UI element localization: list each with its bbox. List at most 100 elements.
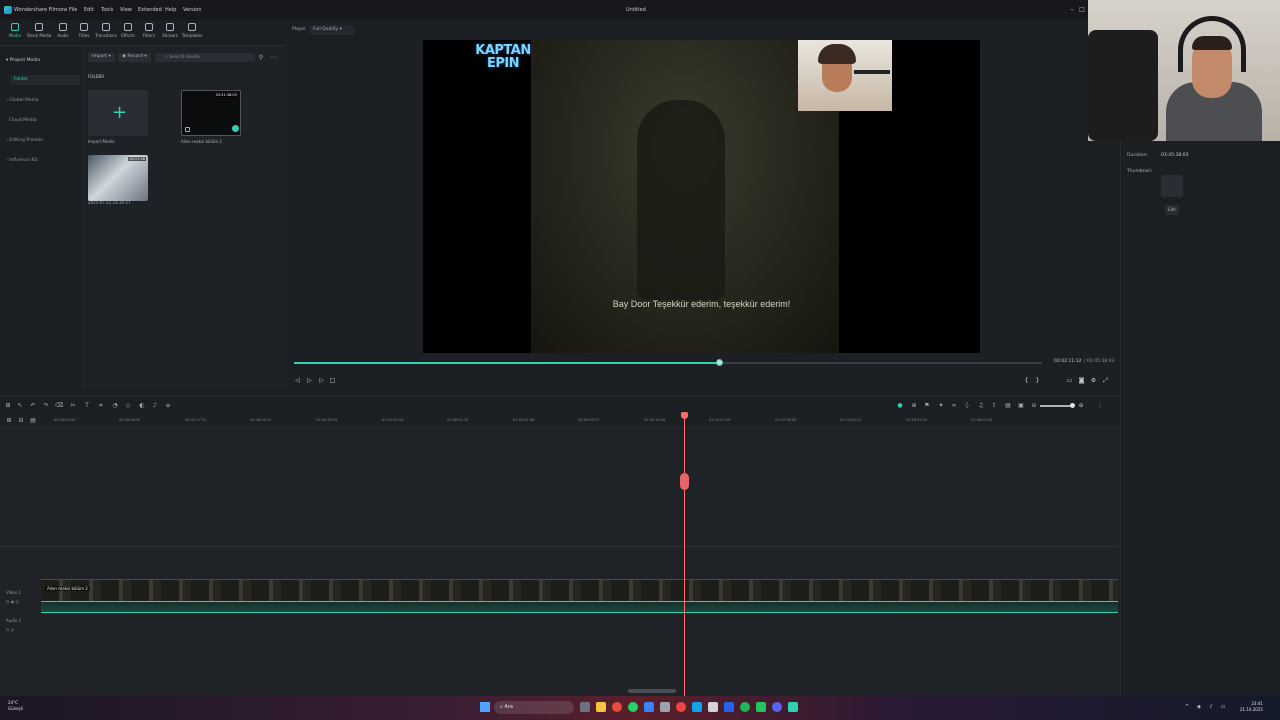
tab-templates[interactable]: Templates: [180, 23, 204, 45]
mark-out-icon[interactable]: }: [1034, 377, 1041, 384]
settings-icon[interactable]: ⚙: [1090, 377, 1097, 384]
windows-start-icon[interactable]: [480, 702, 490, 712]
sidebar-item-folder[interactable]: Folder: [10, 75, 80, 85]
video-clip[interactable]: Alien reaksi bölüm 2: [41, 579, 1118, 601]
media-clip-tile[interactable]: 00:17:06: [88, 155, 148, 201]
calculator-icon[interactable]: [708, 702, 718, 712]
playhead-scrub-knob[interactable]: [680, 473, 689, 490]
keyframe-icon[interactable]: ◇: [124, 402, 132, 410]
tray-chevron-icon[interactable]: ^: [1184, 704, 1190, 710]
volume-icon[interactable]: ♪: [1208, 704, 1214, 710]
tab-stock-media[interactable]: Stock Media: [27, 23, 51, 45]
more-tools-icon[interactable]: ≡: [164, 402, 172, 410]
ai-icon[interactable]: ✦: [937, 402, 945, 410]
add-track-icon[interactable]: ⊞: [5, 417, 13, 425]
menu-file[interactable]: File: [69, 7, 77, 13]
opera-icon[interactable]: [676, 702, 686, 712]
maximize-icon[interactable]: □: [1078, 6, 1086, 13]
sidebar-item-project-media[interactable]: ▾ Project Media: [6, 58, 40, 63]
menu-tools[interactable]: Tools: [101, 7, 113, 13]
minimize-icon[interactable]: –: [1068, 6, 1076, 13]
menu-version[interactable]: Version: [183, 7, 201, 13]
thumbnail-preview[interactable]: [1161, 175, 1183, 197]
redo-icon[interactable]: ↷: [42, 402, 50, 410]
menu-edit[interactable]: Edit: [84, 7, 94, 13]
zoom-out-icon[interactable]: ⊖: [1030, 402, 1038, 410]
media-clip-tile[interactable]: 03:41:38:03: [181, 90, 241, 136]
select-icon[interactable]: ↖: [16, 402, 24, 410]
taskbar-search[interactable]: ⌕ Ara: [494, 701, 574, 714]
sidebar-item-cloud-media[interactable]: Cloud Media: [6, 118, 37, 123]
filter-icon[interactable]: ⚲: [257, 54, 265, 62]
search-input[interactable]: ⌕ Search media: [155, 53, 255, 62]
tab-transitions[interactable]: Transitions: [94, 23, 118, 45]
playhead-handle[interactable]: [681, 412, 688, 419]
link-icon[interactable]: ∞: [950, 402, 958, 410]
sidebar-item-influence-kit[interactable]: › Influence Kit: [6, 158, 37, 163]
filmora-taskbar-icon[interactable]: [788, 702, 798, 712]
task-view-icon[interactable]: [580, 702, 590, 712]
video-track-controls[interactable]: ⊡ ◉ ◎: [6, 599, 19, 604]
tab-titles[interactable]: Titles: [72, 23, 96, 45]
color-icon[interactable]: ◐: [138, 402, 146, 410]
menu-help[interactable]: Help: [165, 7, 176, 13]
zoom-slider[interactable]: [1040, 403, 1075, 408]
zoom-in-icon[interactable]: ⊕: [1077, 402, 1085, 410]
playback-progress[interactable]: [294, 359, 1042, 366]
play-icon[interactable]: ▷: [306, 377, 313, 384]
discord-icon[interactable]: [772, 702, 782, 712]
file-explorer-icon[interactable]: [596, 702, 606, 712]
sidebar-item-editing-presets[interactable]: › Editing Presets: [6, 138, 43, 143]
spotify-icon[interactable]: [740, 702, 750, 712]
video-preview[interactable]: KAPTAN EPIN Bay Door Teşekkür ederim, te…: [423, 40, 980, 353]
split-icon[interactable]: ✂: [69, 402, 77, 410]
layout-icon[interactable]: ▤: [1004, 402, 1012, 410]
tab-stickers[interactable]: Stickers: [158, 23, 182, 45]
track-manager-icon[interactable]: ▤: [29, 417, 37, 425]
more-icon[interactable]: ⋯: [269, 54, 277, 62]
whatsapp-icon[interactable]: [628, 702, 638, 712]
weather-widget[interactable]: 24°C Güneşli: [8, 700, 23, 712]
tab-media[interactable]: Media: [3, 23, 27, 45]
import-dropdown[interactable]: Import ▾: [88, 53, 115, 62]
render-icon[interactable]: ●: [896, 402, 904, 410]
next-frame-icon[interactable]: ▷: [318, 377, 325, 384]
app-icon[interactable]: [644, 702, 654, 712]
app-icon[interactable]: [756, 702, 766, 712]
crop-icon[interactable]: ⌗: [97, 402, 105, 410]
audio-clip[interactable]: [41, 601, 1118, 613]
fit-icon[interactable]: ▣: [1017, 402, 1025, 410]
app-icon[interactable]: [724, 702, 734, 712]
undo-icon[interactable]: ↶: [29, 402, 37, 410]
chrome-icon[interactable]: [612, 702, 622, 712]
audio-edit-icon[interactable]: ♪: [151, 402, 159, 410]
timeline-ruler[interactable]: ⊞ ⊟ ▤ 00:00:00:00 00:16:08:30 00:32:17:2…: [0, 414, 1120, 428]
stop-icon[interactable]: □: [329, 377, 336, 384]
taskbar-clock[interactable]: 23:41 21.10.2025: [1240, 701, 1263, 713]
battery-icon[interactable]: ▭: [1220, 704, 1226, 710]
snapshot-icon[interactable]: ◙: [1078, 377, 1085, 384]
menu-view[interactable]: View: [120, 7, 132, 13]
edge-icon[interactable]: [692, 702, 702, 712]
quality-dropdown[interactable]: Full Quality ▾: [310, 25, 354, 35]
zoom-knob[interactable]: [1070, 403, 1075, 408]
record-dropdown[interactable]: ◉ Record ▾: [118, 53, 151, 62]
mark-in-icon[interactable]: {: [1023, 377, 1030, 384]
fullscreen-icon[interactable]: ⤢: [1102, 377, 1109, 384]
display-icon[interactable]: ▭: [1066, 377, 1073, 384]
shield-icon[interactable]: ◊: [963, 402, 971, 410]
delete-icon[interactable]: ⌫: [55, 402, 63, 410]
prev-frame-icon[interactable]: ◁: [294, 377, 301, 384]
snap-icon[interactable]: ⊕: [910, 402, 918, 410]
timeline-menu-icon[interactable]: ⋮: [1096, 402, 1104, 410]
edit-thumbnail-button[interactable]: Edit: [1165, 205, 1179, 215]
timeline-scrollbar[interactable]: [628, 689, 676, 693]
import-media-tile[interactable]: +: [88, 90, 148, 136]
app-icon[interactable]: [660, 702, 670, 712]
grid-icon[interactable]: ⊞: [4, 402, 12, 410]
progress-knob[interactable]: [716, 359, 724, 366]
speed-icon[interactable]: ◔: [111, 402, 119, 410]
link-track-icon[interactable]: ⊟: [17, 417, 25, 425]
playhead[interactable]: [684, 414, 685, 696]
marker-icon[interactable]: ⚑: [923, 402, 931, 410]
